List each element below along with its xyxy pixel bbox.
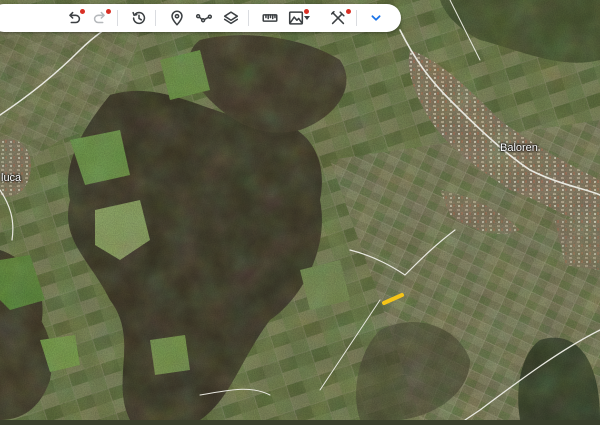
placemark-pin-icon xyxy=(171,10,183,26)
toolbar-divider xyxy=(248,10,249,26)
chevron-down-icon xyxy=(371,15,381,21)
toolbar-divider xyxy=(117,10,118,26)
redo-badge xyxy=(106,9,111,14)
place-label-baloren[interactable]: Baloren xyxy=(500,142,538,154)
undo-badge xyxy=(80,9,85,14)
history-clock-icon xyxy=(132,11,146,25)
ruler-icon xyxy=(262,14,278,22)
toolbar-divider xyxy=(155,10,156,26)
undo-button[interactable] xyxy=(60,4,88,32)
draw-path-button[interactable] xyxy=(190,4,218,32)
place-label-luca[interactable]: luca xyxy=(1,172,21,184)
layers-icon xyxy=(223,11,239,25)
path-icon xyxy=(195,13,213,23)
tools-button[interactable] xyxy=(324,4,352,32)
map-toolbar xyxy=(0,4,401,32)
redo-button[interactable] xyxy=(86,4,114,32)
toolbar-divider xyxy=(356,10,357,26)
layers-button[interactable] xyxy=(217,4,245,32)
elevation-menu-chevron-icon[interactable] xyxy=(304,16,310,20)
expand-toolbar-button[interactable] xyxy=(362,4,390,32)
tools-icon xyxy=(330,10,345,25)
satellite-map[interactable]: Baloren luca xyxy=(0,0,600,421)
tools-badge xyxy=(346,9,351,14)
elevation-badge xyxy=(304,9,309,14)
historical-imagery-button[interactable] xyxy=(125,4,153,32)
mountain-icon xyxy=(288,11,304,25)
search-input[interactable] xyxy=(0,4,54,32)
measure-button[interactable] xyxy=(256,4,284,32)
add-placemark-button[interactable] xyxy=(163,4,191,32)
satellite-imagery xyxy=(0,0,600,421)
